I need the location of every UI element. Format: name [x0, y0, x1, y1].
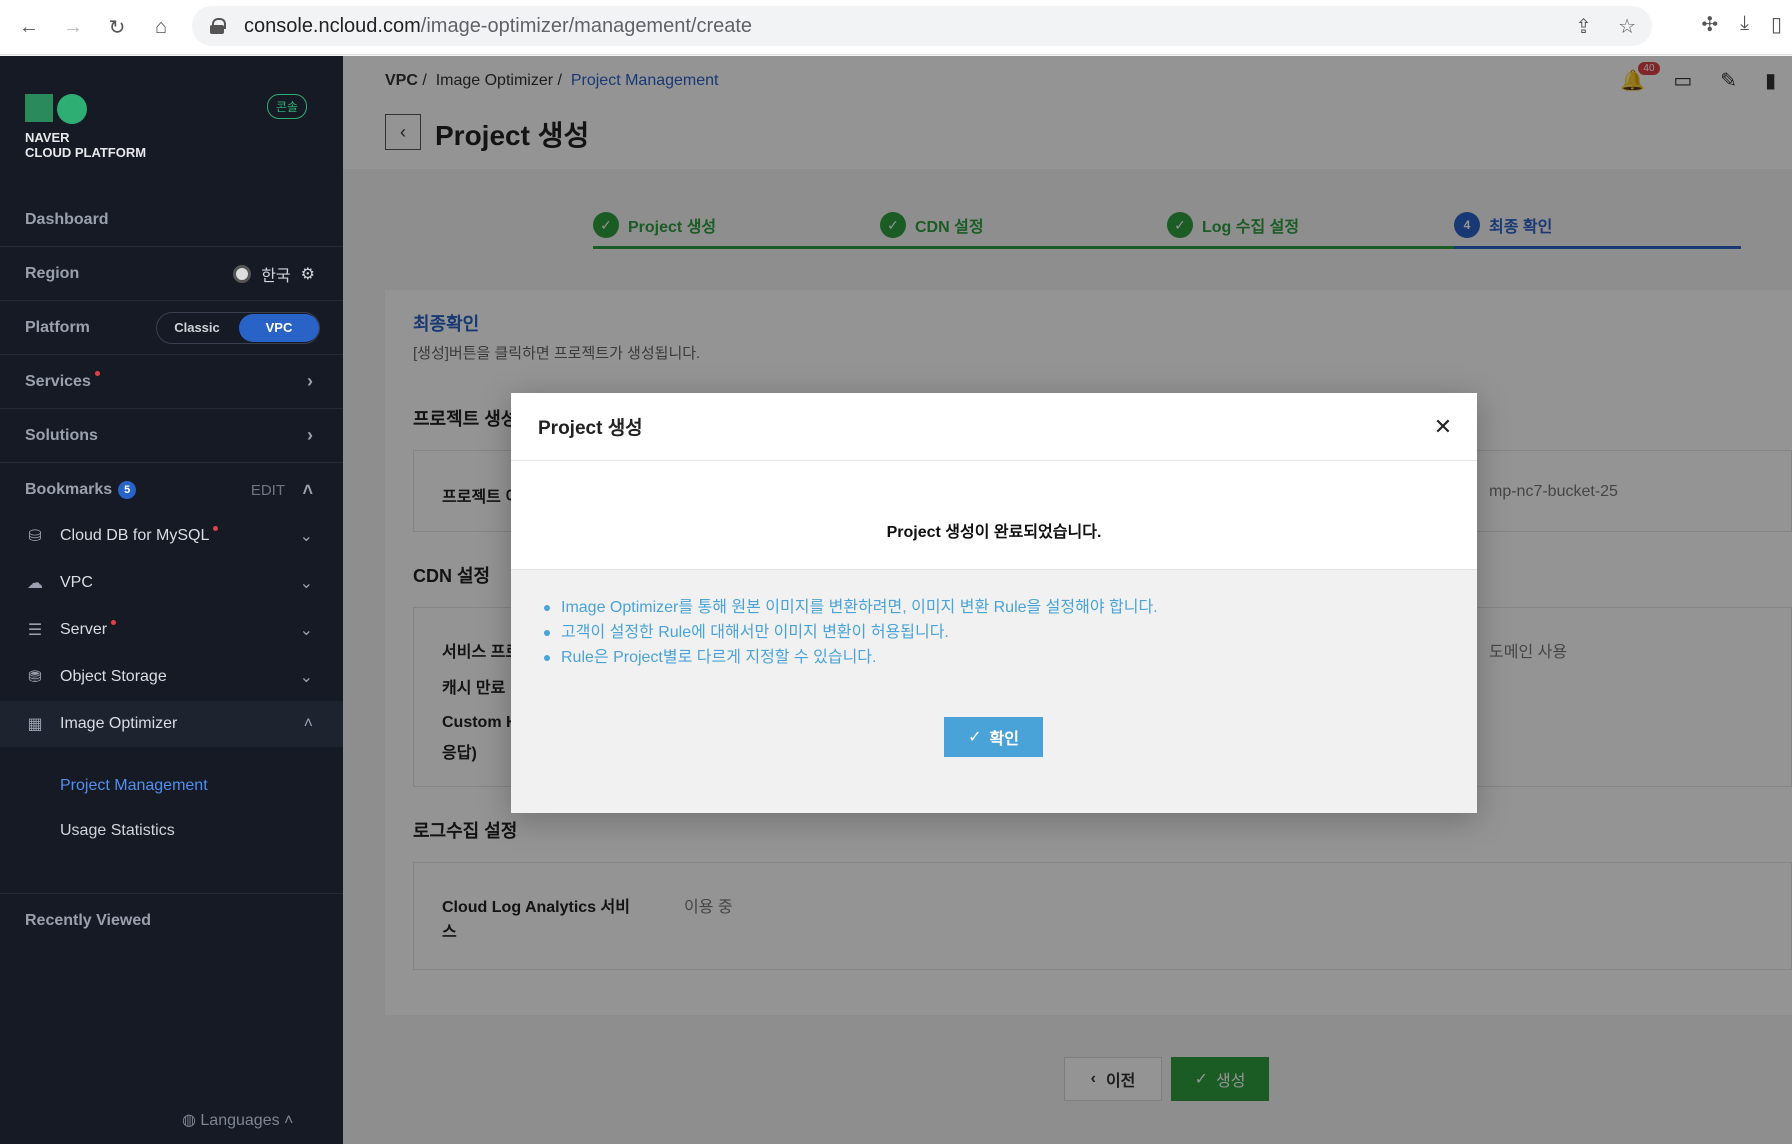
browser-extensions: ✣ ⤓ ▯ [1701, 12, 1782, 37]
chevron-up-icon: ˄ [303, 715, 313, 732]
sidebar-item-image-optimizer[interactable]: ▦ Image Optimizer ˄ [0, 701, 343, 747]
sidebar-bookmarks[interactable]: Bookmarks 5 EDIT ˄ [0, 463, 343, 517]
chevron-right-icon: › [307, 371, 313, 391]
close-icon[interactable]: ✕ [1431, 414, 1455, 439]
recently-viewed[interactable]: Recently Viewed [25, 912, 151, 930]
sidebar-solutions[interactable]: Solutions › [0, 409, 343, 463]
url-path: /image-optimizer/management/create [420, 14, 753, 37]
platform-toggle[interactable]: Classic VPC [156, 311, 320, 344]
globe-icon: ◍ [182, 1112, 201, 1129]
bookmarks-count: 5 [118, 481, 137, 499]
check-icon: ✓ [968, 729, 982, 746]
sidebar-item-cloud-db[interactable]: ⛁ Cloud DB for MySQL ⌄ [0, 513, 343, 559]
sidebar-item-object-storage[interactable]: ⛃ Object Storage ⌄ [0, 654, 343, 700]
modal-ok-button[interactable]: ✓ 확인 [944, 717, 1043, 757]
chevron-down-icon: ⌄ [299, 669, 313, 686]
korea-flag-icon [233, 264, 252, 283]
address-bar[interactable]: console.ncloud.com/image-optimizer/manag… [192, 6, 1652, 46]
sidebar-platform: Platform Classic VPC [0, 301, 343, 355]
platform-vpc[interactable]: VPC [239, 313, 319, 342]
chevron-down-icon: ⌄ [299, 622, 313, 639]
chevron-down-icon: ⌄ [299, 575, 313, 592]
project-created-modal: Project 생성 ✕ Project 생성이 완료되었습니다. Image … [511, 393, 1477, 813]
chevron-right-icon: › [307, 425, 313, 445]
cloud-icon: ☁ [27, 575, 43, 592]
console-badge[interactable]: 콘솔 [267, 94, 308, 119]
sidebar-item-server[interactable]: ☰ Server ⌄ [0, 607, 343, 653]
bookmarks-edit[interactable]: EDIT [251, 482, 285, 499]
gear-icon[interactable]: ⚙ [301, 264, 315, 284]
modal-info-item: Rule은 Project별로 다르게 지정할 수 있습니다. [544, 645, 1158, 670]
back-arrow-icon[interactable]: ← [14, 12, 44, 42]
image-optimizer-icon: ▦ [27, 716, 43, 733]
lock-icon [210, 18, 226, 34]
sidebar-services[interactable]: Services › [0, 355, 343, 409]
home-icon[interactable]: ⌂ [146, 12, 176, 42]
modal-message: Project 생성이 완료되었습니다. [886, 524, 1102, 541]
modal-title: Project 생성 [511, 393, 1477, 461]
extensions-icon[interactable]: ✣ [1701, 12, 1718, 37]
reload-icon[interactable]: ↻ [102, 12, 132, 42]
modal-info-item: 고객이 설정한 Rule에 대해서만 이미지 변환이 허용됩니다. [544, 620, 1158, 645]
star-icon[interactable]: ☆ [1618, 14, 1636, 39]
chevron-up-icon: ˄ [302, 479, 313, 500]
browser-toolbar: ← → ↻ ⌂ console.ncloud.com/image-optimiz… [0, 0, 1792, 55]
database-icon: ⛁ [28, 528, 42, 545]
platform-classic[interactable]: Classic [157, 314, 237, 342]
browser-nav: ← → ↻ ⌂ [0, 12, 176, 42]
share-icon[interactable]: ⇪ [1575, 14, 1592, 39]
sidebar-divider [0, 893, 343, 894]
download-icon[interactable]: ⤓ [1740, 12, 1749, 37]
sidebar-item-vpc[interactable]: ☁ VPC ⌄ [0, 560, 343, 606]
sidebar: NAVER CLOUD PLATFORM 콘솔 Dashboard Region … [0, 56, 343, 1144]
modal-info-item: Image Optimizer를 통해 원본 이미지를 변환하려면, 이미지 변… [544, 595, 1158, 620]
modal-info-box: Image Optimizer를 통해 원본 이미지를 변환하려면, 이미지 변… [511, 569, 1477, 813]
sidebar-sub-usage-statistics[interactable]: Usage Statistics [60, 822, 175, 840]
naver-cloud-logo[interactable]: NAVER CLOUD PLATFORM [25, 94, 146, 160]
url-host: console.ncloud.com [244, 14, 421, 37]
languages-selector[interactable]: ◍ Languages ˄ [182, 1110, 293, 1130]
sidepanel-icon[interactable]: ▯ [1771, 12, 1782, 37]
sidebar-sub-project-management[interactable]: Project Management [60, 777, 208, 795]
sidebar-region[interactable]: Region 한국 ⚙ [0, 247, 343, 301]
forward-arrow-icon[interactable]: → [58, 12, 88, 42]
chevron-up-icon: ˄ [284, 1112, 294, 1129]
server-icon: ☰ [27, 622, 43, 639]
chevron-down-icon: ⌄ [299, 528, 313, 545]
storage-icon: ⛃ [28, 669, 42, 686]
sidebar-dashboard[interactable]: Dashboard [0, 193, 343, 247]
